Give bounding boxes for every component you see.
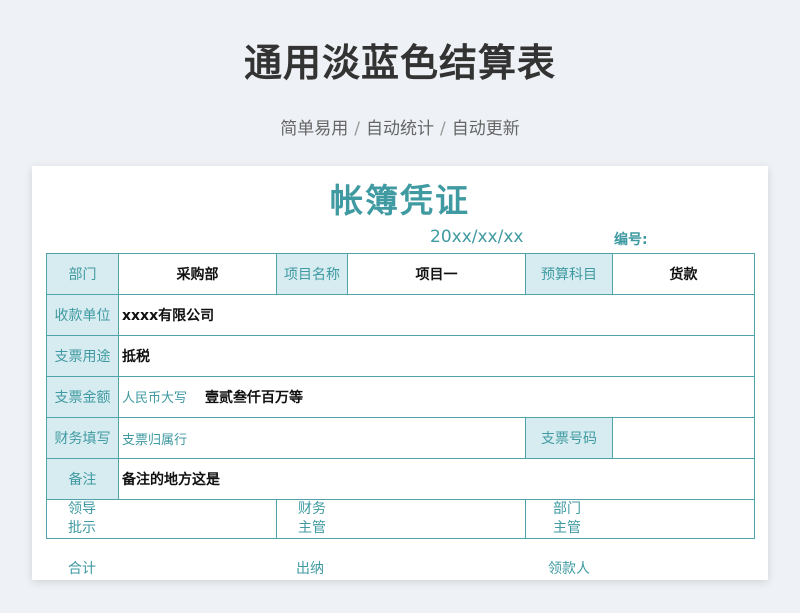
amount-value: 壹贰叁仟百万等: [205, 390, 304, 406]
amount-label: 支票金额: [46, 376, 119, 418]
dept-value[interactable]: 采购部: [118, 253, 277, 295]
remark-label: 备注: [46, 458, 119, 500]
page-title: 通用淡蓝色结算表: [243, 41, 556, 85]
finance-label-line1: 财务: [298, 501, 326, 517]
project-name-label: 项目名称: [276, 253, 348, 295]
voucher-number-label: 编号:: [614, 232, 648, 248]
table-row: 财务填写 支票归属行 支票号码: [46, 417, 755, 459]
amount-hint: 人民币大写: [122, 391, 188, 406]
subtitle-part-1: 简单易用: [280, 119, 349, 139]
subtitle-part-2: 自动统计: [366, 119, 434, 139]
subtitle-part-3: 自动更新: [451, 119, 520, 139]
subtitle-separator: /: [440, 119, 446, 139]
remark-value[interactable]: 备注的地方这是: [118, 458, 755, 500]
leader-approval-cell[interactable]: 领导 批示: [46, 499, 277, 539]
total-label: 合计: [68, 561, 96, 577]
dept-label: 部门: [46, 253, 119, 295]
voucher-sheet: 帐簿凭证 20xx/xx/xx 编号: 部门 采购部 项目名称 项目一 预算科目…: [32, 166, 768, 580]
voucher-title: 帐簿凭证: [330, 181, 470, 220]
payee-value[interactable]: xxxx有限公司: [118, 294, 755, 336]
table-row: 领导批示 财务主管 部门主管: [46, 499, 755, 539]
voucher-date[interactable]: 20xx/xx/xx: [430, 227, 523, 247]
subtitle-separator: /: [354, 119, 360, 139]
finance-fill-label: 财务填写: [46, 417, 119, 459]
check-number-value[interactable]: [612, 417, 755, 459]
finance-label-line2: 主管: [298, 520, 326, 536]
subtitle: 简单易用 / 自动统计 / 自动更新: [0, 114, 800, 139]
voucher-table: 部门 采购部 项目名称 项目一 预算科目 货款 收款单位 xxxx有限公司 支票…: [46, 253, 755, 539]
table-row: 部门 采购部 项目名称 项目一 预算科目 货款: [46, 253, 755, 295]
project-name-value[interactable]: 项目一: [347, 253, 526, 295]
budget-item-value[interactable]: 货款: [612, 253, 755, 295]
purpose-value[interactable]: 抵税: [118, 335, 755, 377]
table-row: 支票金额 人民币大写 壹贰叁仟百万等: [46, 376, 755, 418]
finance-supervisor-cell[interactable]: 财务 主管: [276, 499, 526, 539]
payee-label: 收款单位: [46, 294, 119, 336]
table-row: 支票用途 抵税: [46, 335, 755, 377]
table-row: 收款单位 xxxx有限公司: [46, 294, 755, 336]
amount-cell[interactable]: 人民币大写 壹贰叁仟百万等: [118, 376, 755, 418]
dept-sup-label-line2: 主管: [553, 520, 581, 536]
purpose-label: 支票用途: [46, 335, 119, 377]
dept-supervisor-cell[interactable]: 部门 主管: [525, 499, 755, 539]
dept-sup-label-line1: 部门: [553, 501, 581, 517]
table-row: 备注 备注的地方这是: [46, 458, 755, 500]
leader-label-line2: 批示: [68, 520, 96, 536]
receiver-label: 领款人: [548, 561, 590, 577]
cashier-label: 出纳: [296, 561, 324, 577]
check-number-label: 支票号码: [525, 417, 613, 459]
budget-item-label: 预算科目: [525, 253, 613, 295]
leader-label-line1: 领导: [68, 501, 96, 517]
bank-hint: 支票归属行: [122, 432, 188, 448]
bank-cell[interactable]: 支票归属行: [118, 417, 526, 459]
